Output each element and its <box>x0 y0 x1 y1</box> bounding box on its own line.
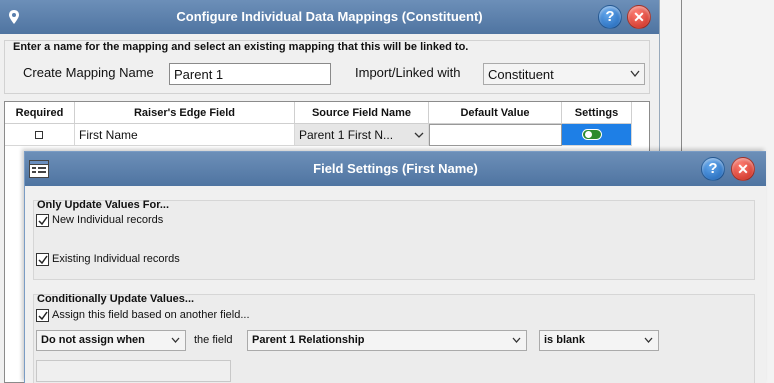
only-update-values-title: Only Update Values For... <box>37 199 170 211</box>
existing-records-checkbox[interactable] <box>36 253 49 266</box>
col-header-default-value[interactable]: Default Value <box>429 102 562 124</box>
source-field-value: Parent 1 First N... <box>299 128 394 142</box>
only-update-values-group: Only Update Values For... New Individual… <box>33 199 755 280</box>
col-header-source-field[interactable]: Source Field Name <box>295 102 429 124</box>
close-icon[interactable]: ✕ <box>627 5 651 29</box>
table-row-required-cell <box>5 124 75 146</box>
chevron-down-icon <box>414 132 424 138</box>
condition-field-value: Parent 1 Relationship <box>252 334 365 346</box>
compare-value-input[interactable] <box>36 360 231 382</box>
chevron-down-icon <box>644 337 653 343</box>
condition-action-select[interactable]: Do not assign when <box>36 330 186 351</box>
new-records-checkbox[interactable] <box>36 214 49 227</box>
col-header-settings[interactable]: Settings <box>562 102 632 124</box>
settings-toggle-icon[interactable] <box>582 129 602 140</box>
conditional-update-title: Conditionally Update Values... <box>37 293 195 305</box>
mapping-name-input[interactable]: Parent 1 <box>169 63 331 85</box>
assign-based-label: Assign this field based on another field… <box>52 309 250 321</box>
help-icon[interactable]: ? <box>598 5 622 29</box>
background-window-strip <box>680 0 774 151</box>
condition-operator-value: is blank <box>544 334 585 346</box>
field-settings-titlebar: Field Settings (First Name) ? ✕ <box>25 152 766 186</box>
the-field-label: the field <box>194 334 233 346</box>
configure-mappings-titlebar: Configure Individual Data Mappings (Cons… <box>0 0 659 34</box>
chevron-down-icon <box>630 70 640 78</box>
help-icon[interactable]: ? <box>701 157 725 181</box>
checkmark-icon <box>38 311 48 321</box>
checkmark-icon <box>38 255 48 265</box>
import-linked-label: Import/Linked with <box>355 65 461 80</box>
col-header-re-field[interactable]: Raiser's Edge Field <box>75 102 295 124</box>
checkmark-icon <box>38 216 48 226</box>
field-settings-title: Field Settings (First Name) <box>313 161 478 176</box>
col-header-required[interactable]: Required <box>5 102 75 124</box>
configure-mappings-title: Configure Individual Data Mappings (Cons… <box>176 9 483 24</box>
default-value-input[interactable] <box>429 124 562 146</box>
import-linked-select[interactable]: Constituent <box>483 63 645 85</box>
re-field-cell: First Name <box>75 124 295 146</box>
field-settings-dialog: Field Settings (First Name) ? ✕ Only Upd… <box>24 151 766 383</box>
mapping-name-group: Enter a name for the mapping and select … <box>4 40 650 94</box>
source-field-select[interactable]: Parent 1 First N... <box>295 124 429 146</box>
condition-field-select[interactable]: Parent 1 Relationship <box>247 330 527 351</box>
required-checkbox[interactable] <box>35 131 43 139</box>
close-icon[interactable]: ✕ <box>731 157 755 181</box>
assign-based-checkbox[interactable] <box>36 309 49 322</box>
mapping-instructions: Enter a name for the mapping and select … <box>13 41 469 53</box>
create-mapping-label: Create Mapping Name <box>23 65 154 80</box>
conditional-update-group: Conditionally Update Values... Assign th… <box>33 293 755 383</box>
settings-cell[interactable] <box>562 124 632 146</box>
existing-records-label: Existing Individual records <box>52 253 180 265</box>
chevron-down-icon <box>171 337 180 343</box>
condition-action-value: Do not assign when <box>41 334 145 346</box>
chevron-down-icon <box>512 337 521 343</box>
import-linked-value: Constituent <box>488 67 554 82</box>
new-records-label: New Individual records <box>52 214 164 226</box>
condition-operator-select[interactable]: is blank <box>539 330 659 351</box>
window-divider <box>681 0 682 151</box>
